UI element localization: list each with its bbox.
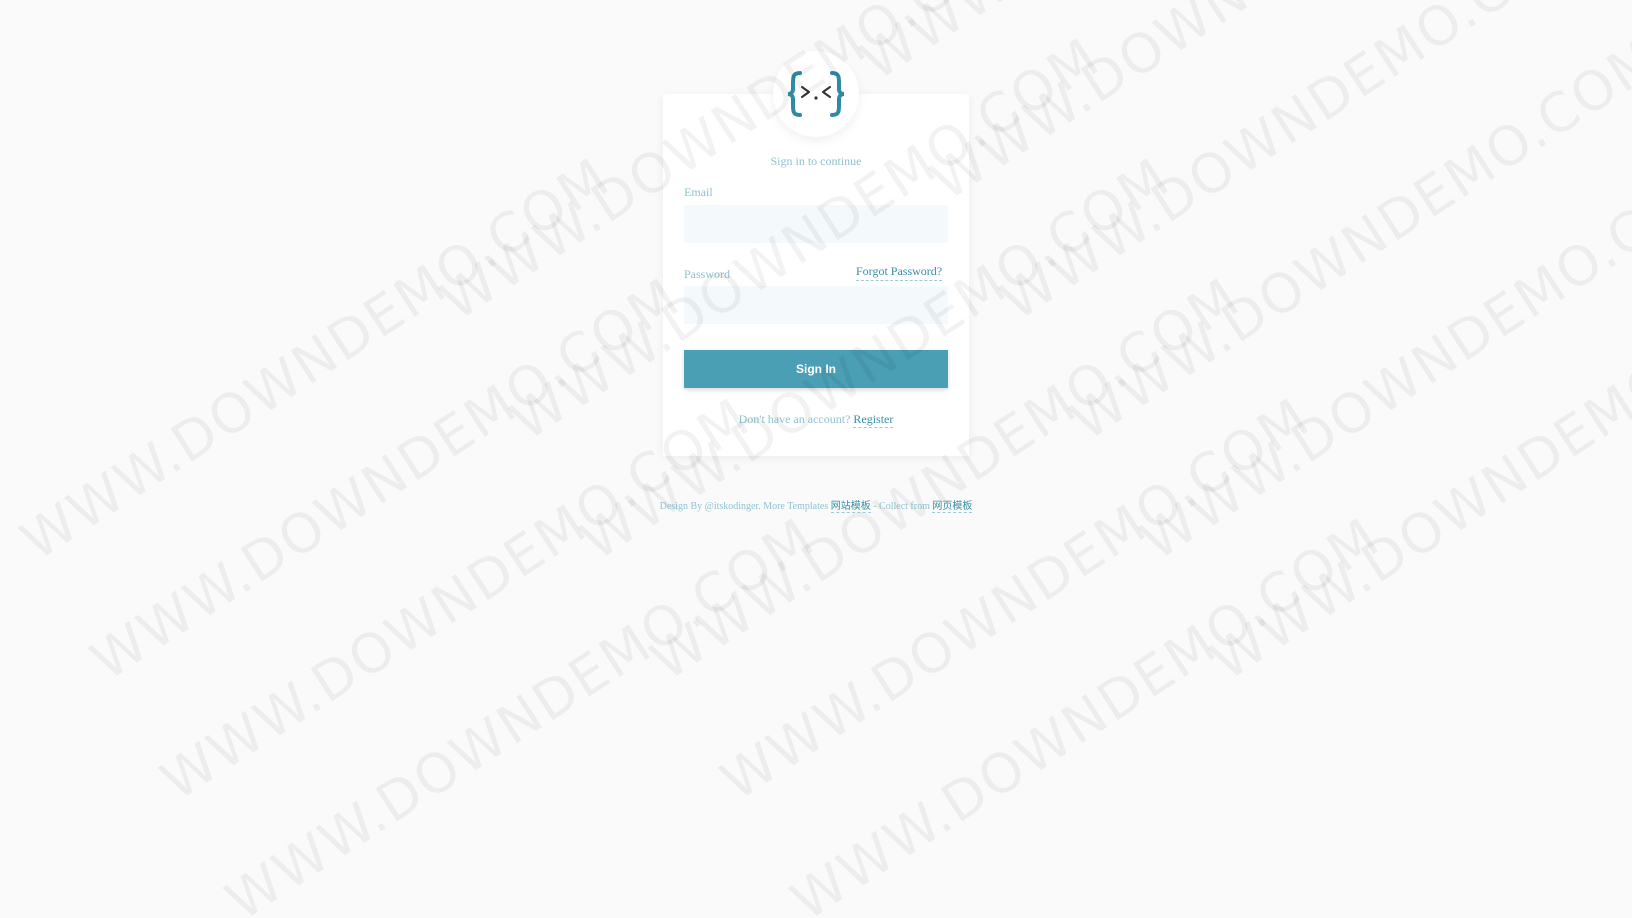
watermark: WWW.DOWNDEMO.COM [850, 0, 1461, 93]
footer-templates-link[interactable]: 网站模板 [830, 501, 871, 513]
footer: Design By @itskodinger. More Templates 网… [560, 497, 1072, 513]
register-link[interactable]: Register [853, 412, 894, 428]
register-prompt-line: Don't have an account? Register [663, 412, 969, 428]
footer-design-by: Design By @itskodinger. More Templates [659, 501, 829, 512]
watermark: WWW.DOWNDEMO.COM [920, 0, 1531, 213]
logo [773, 51, 859, 137]
password-label: Password [684, 267, 731, 281]
footer-collect-text: - Collect from [873, 501, 930, 512]
footer-collect-link[interactable]: 网页模板 [932, 501, 973, 513]
watermark: WWW.DOWNDEMO.COM [1060, 25, 1632, 453]
watermark: WWW.DOWNDEMO.COM [1130, 145, 1632, 573]
login-page: Sign in to continue Email Password Forgo… [0, 0, 1632, 918]
watermark: WWW.DOWNDEMO.COM [80, 265, 691, 693]
password-input[interactable] [684, 286, 948, 324]
watermark: WWW.DOWNDEMO.COM [990, 0, 1601, 333]
signin-subtitle: Sign in to continue [770, 154, 862, 168]
register-prompt: Don't have an account? [738, 412, 851, 426]
email-input[interactable] [684, 205, 948, 243]
email-label: Email [684, 185, 713, 199]
watermark: WWW.DOWNDEMO.COM [780, 505, 1391, 918]
watermark: WWW.DOWNDEMO.COM [215, 505, 826, 918]
logo-icon [787, 71, 845, 117]
sign-in-button[interactable]: Sign In [684, 350, 948, 388]
watermark: WWW.DOWNDEMO.COM [10, 145, 621, 573]
watermark: WWW.DOWNDEMO.COM [1200, 265, 1632, 693]
forgot-password-link[interactable]: Forgot Password? [856, 264, 943, 281]
